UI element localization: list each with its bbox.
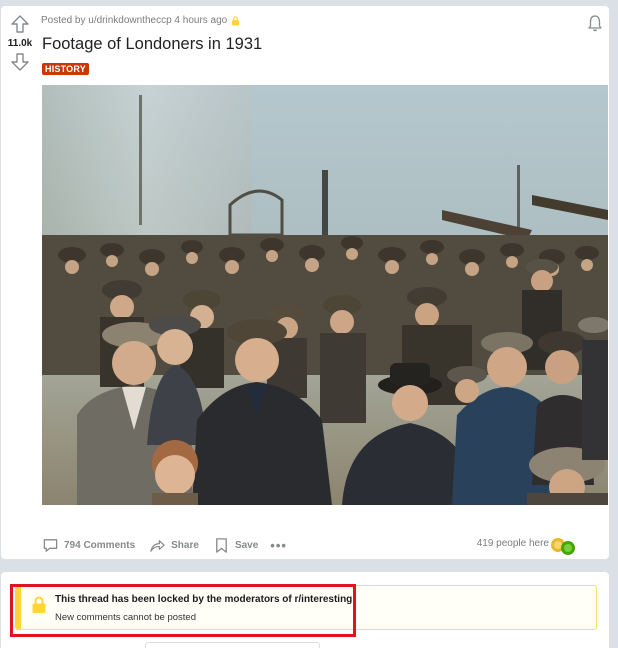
- comment-icon: [43, 538, 58, 552]
- post-title[interactable]: Footage of Londoners in 1931: [42, 35, 262, 54]
- save-button[interactable]: Save: [213, 537, 258, 554]
- share-button[interactable]: Share: [149, 537, 199, 554]
- share-label: Share: [171, 539, 199, 551]
- video-frame-crowd: [42, 85, 608, 505]
- lock-icon: [232, 15, 240, 25]
- comments-button[interactable]: 794 Comments: [42, 537, 135, 554]
- arrow-up-icon[interactable]: [10, 14, 30, 34]
- more-options-button[interactable]: •••: [270, 538, 287, 553]
- comments-label: 794 Comments: [64, 539, 136, 551]
- post-card: 11.0k Posted by u/drinkdowntheccp 4 hour…: [1, 6, 609, 559]
- arrow-down-icon[interactable]: [10, 52, 30, 72]
- post-actions: 794 Comments Share Save •••: [42, 536, 301, 554]
- bell-icon[interactable]: [587, 14, 603, 32]
- video-player[interactable]: [42, 85, 608, 505]
- award-icon[interactable]: [548, 536, 578, 556]
- vote-score: 11.0k: [7, 38, 33, 49]
- locked-title: This thread has been locked by the moder…: [55, 594, 353, 605]
- people-here-count: 419 people here: [476, 538, 549, 549]
- locked-thread-notice: This thread has been locked by the moder…: [15, 585, 597, 630]
- share-icon: [150, 539, 165, 552]
- posted-by[interactable]: Posted by u/drinkdowntheccp 4 hours ago: [41, 15, 227, 26]
- lock-icon: [32, 596, 46, 613]
- post-flair[interactable]: HISTORY: [42, 63, 89, 75]
- bookmark-icon: [216, 537, 227, 553]
- comment-box-edge: [145, 642, 320, 648]
- locked-subtitle: New comments cannot be posted: [55, 612, 196, 623]
- locked-thread-card: This thread has been locked by the moder…: [1, 572, 609, 648]
- post-meta: Posted by u/drinkdowntheccp 4 hours ago: [41, 15, 240, 26]
- save-label: Save: [234, 539, 259, 551]
